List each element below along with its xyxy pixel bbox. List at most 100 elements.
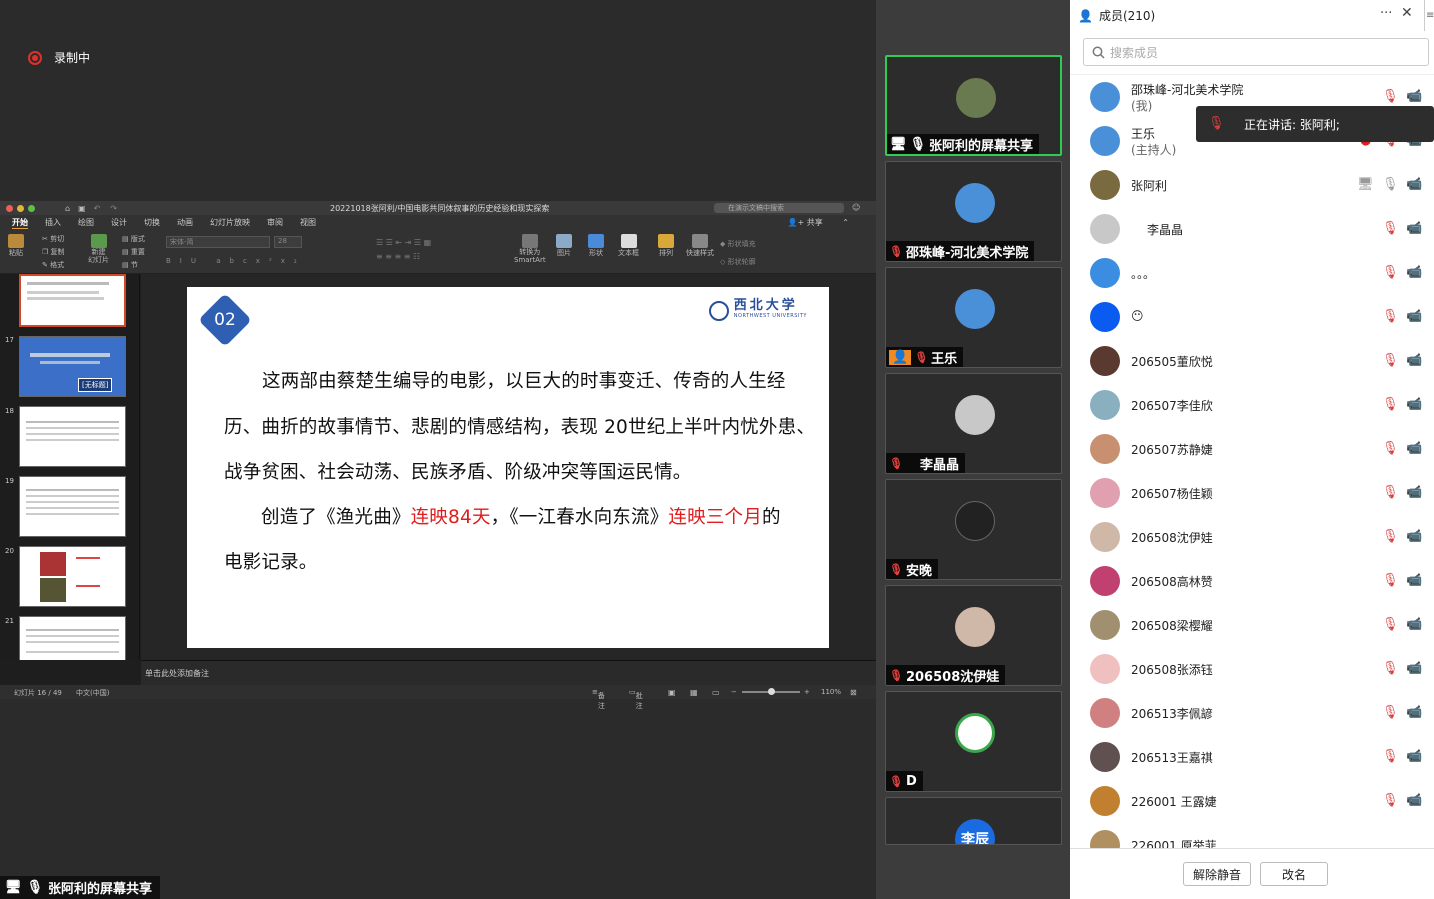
list-item[interactable]: 206505董欣悦 🎙 📹 [1070,339,1434,383]
tab-slideshow[interactable]: 幻灯片放映 [210,217,250,228]
video-tile[interactable]: 🎙 邵珠峰-河北美术学院 [885,161,1062,262]
font-family-select[interactable]: 宋体-简 [166,236,270,248]
camera-off-icon[interactable]: 📹 [1406,485,1422,500]
list-item[interactable]: 206507苏静婕 🎙 📹 [1070,427,1434,471]
camera-off-icon[interactable]: 📹 [1406,309,1422,324]
mic-muted-icon[interactable]: 🎙 [1382,485,1399,500]
tab-design[interactable]: 设计 [111,217,127,228]
list-icon[interactable]: ≡ [1424,0,1434,31]
close-dot-icon[interactable] [6,204,13,212]
list-item[interactable]: 206508沈伊娃 🎙 📹 [1070,515,1434,559]
shape-outline-button[interactable]: ◇ 形状轮廓 [720,253,756,271]
video-tile[interactable]: 🎙 206508沈伊娃 [885,585,1062,686]
zoom-dot-icon[interactable] [28,204,35,212]
reset-button[interactable]: ▤ 重置 [122,246,145,259]
camera-off-icon[interactable]: 📹 [1406,749,1422,764]
smartart-button[interactable]: 转换为 SmartArt [514,234,546,264]
list-item[interactable]: 张阿利 🖥 🎙 📹 [1070,163,1434,207]
zoom-out-icon[interactable]: − [731,688,737,696]
camera-off-icon[interactable]: 📹 [1406,529,1422,544]
rename-button[interactable]: 改名 [1260,862,1328,886]
camera-off-icon[interactable]: 📹 [1406,221,1422,236]
document-search[interactable]: 在演示文稿中搜索 [714,203,844,213]
list-item[interactable]: 226001 王露婕 🎙 📹 [1070,779,1434,823]
slide-thumb-17[interactable]: [无标题] [19,336,126,397]
video-tile[interactable]: 👤 🎙 王乐 [885,267,1062,368]
mic-muted-icon[interactable]: 🎙 [1382,221,1399,236]
save-icon[interactable]: ▣ [78,204,86,213]
smiley-icon[interactable]: ☺ [852,203,860,212]
mic-muted-icon[interactable]: 🎙 [1382,573,1399,588]
mic-muted-icon[interactable]: 🎙 [1382,705,1399,720]
tab-review[interactable]: 审阅 [267,217,283,228]
mic-muted-icon[interactable]: 🎙 [1382,397,1399,412]
mic-muted-icon[interactable]: 🎙 [1382,265,1399,280]
slide-thumb-18[interactable] [19,406,126,467]
font-size-select[interactable]: 28 [274,236,302,248]
more-icon[interactable]: ··· [1380,6,1392,21]
fit-window-icon[interactable]: ⊠ [850,688,857,697]
list-item[interactable]: 206508张添钰 🎙 📹 [1070,647,1434,691]
list-item[interactable]: 206513王嘉祺 🎙 📹 [1070,735,1434,779]
tab-view[interactable]: 视图 [300,217,316,228]
paste-button[interactable]: 粘贴 [8,234,24,258]
mic-muted-icon[interactable]: 🎙 [1382,353,1399,368]
section-button[interactable]: ▤ 节 [122,259,145,272]
list-item[interactable]: 李晶晶 🎙 📹 [1070,207,1434,251]
picture-button[interactable]: 图片 [556,234,572,258]
list-item[interactable]: 。。。 🎙 📹 [1070,251,1434,295]
list-item[interactable]: 206508高林赞 🎙 📹 [1070,559,1434,603]
copy-button[interactable]: ❐ 复制 [42,246,65,259]
close-icon[interactable]: ✕ [1401,5,1413,21]
mic-muted-icon[interactable]: 🎙 [1382,309,1399,324]
normal-view-icon[interactable]: ▣ [668,688,676,697]
shape-button[interactable]: 形状 [588,234,604,258]
video-tile[interactable]: 李辰 [885,797,1062,845]
camera-off-icon[interactable]: 📹 [1406,793,1422,808]
camera-off-icon[interactable]: 📹 [1406,265,1422,280]
list-item[interactable]: 😶 🎙 📹 [1070,295,1434,339]
sorter-view-icon[interactable]: ▦ [690,688,698,697]
shape-fill-button[interactable]: ◆ 形状填充 [720,235,756,253]
comments-toggle[interactable]: ▭ 批注 [629,688,643,710]
mic-muted-icon[interactable]: 🎙 [1382,441,1399,456]
tab-draw[interactable]: 绘图 [78,217,94,228]
quick-style-button[interactable]: 快速样式 [686,234,714,258]
window-controls[interactable] [6,204,35,212]
recording-indicator[interactable]: 录制中 [28,49,90,66]
mic-muted-icon[interactable]: 🎙 [1382,529,1399,544]
mic-muted-icon[interactable]: 🎙 [1382,617,1399,632]
camera-off-icon[interactable]: 📹 [1406,177,1422,192]
zoom-in-icon[interactable]: + [804,688,810,696]
list-item[interactable]: 206513李佩諺 🎙 📹 [1070,691,1434,735]
undo-icon[interactable]: ↶ [94,204,101,213]
textbox-button[interactable]: 文本框 [618,234,639,258]
list-item[interactable]: 206507李佳欣 🎙 📹 [1070,383,1434,427]
camera-off-icon[interactable]: 📹 [1406,617,1422,632]
cut-button[interactable]: ✂ 剪切 [42,233,65,246]
mic-muted-icon[interactable]: 🎙 [1382,89,1399,104]
new-slide-button[interactable]: 新建 幻灯片 [88,234,109,264]
mic-muted-icon[interactable]: 🎙 [1382,749,1399,764]
slide-thumb-16[interactable] [19,274,126,327]
slide-thumb-20[interactable] [19,546,126,607]
camera-off-icon[interactable]: 📹 [1406,89,1422,104]
tab-transitions[interactable]: 切换 [144,217,160,228]
video-tile[interactable]: 🎙 李晶晶 [885,373,1062,474]
unmute-all-button[interactable]: 解除静音 [1183,862,1251,886]
list-item[interactable]: 226001 原举菲 [1070,823,1434,848]
mic-icon[interactable]: 🎙 [1382,177,1399,192]
layout-button[interactable]: ▤ 版式 [122,233,145,246]
camera-off-icon[interactable]: 📹 [1406,353,1422,368]
video-tile[interactable]: 🎙 安晚 [885,479,1062,580]
list-item[interactable]: 206507杨佳颖 🎙 📹 [1070,471,1434,515]
minimize-dot-icon[interactable] [17,204,24,212]
camera-off-icon[interactable]: 📹 [1406,705,1422,720]
zoom-slider-knob[interactable] [768,688,775,695]
tab-animations[interactable]: 动画 [177,217,193,228]
notes-toggle[interactable]: ≡ 备注 [592,688,605,710]
home-icon[interactable]: ⌂ [65,204,70,213]
redo-icon[interactable]: ↷ [110,204,117,213]
share-button[interactable]: 👤+ 共享 ⌃ [788,217,849,228]
mic-muted-icon[interactable]: 🎙 [1382,661,1399,676]
